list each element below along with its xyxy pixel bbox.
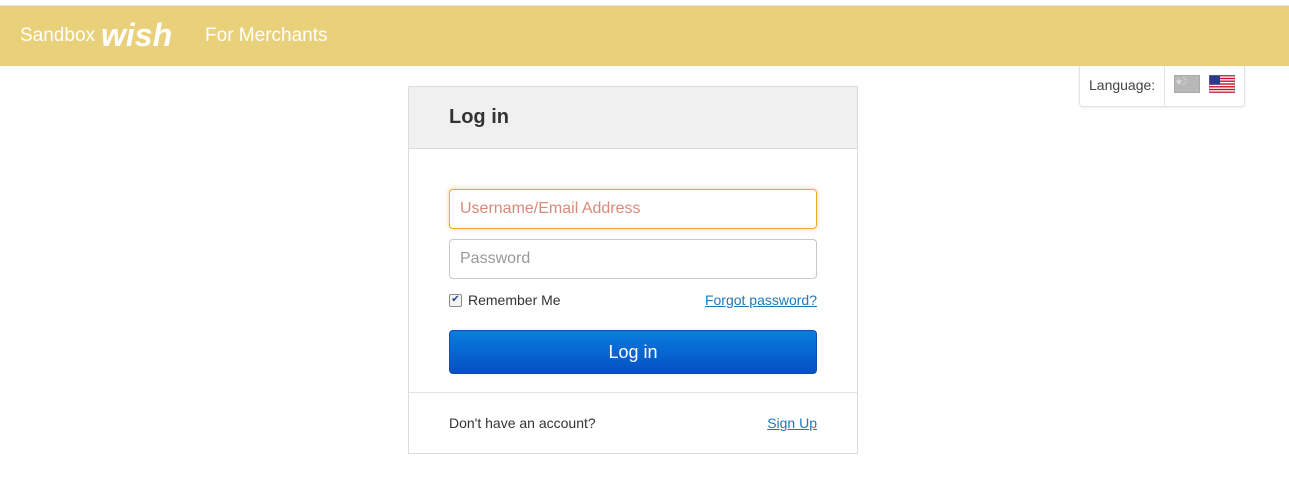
remember-me-toggle[interactable]: ✔ Remember Me xyxy=(449,292,561,308)
sign-up-link[interactable]: Sign Up xyxy=(767,415,817,431)
us-flag-icon[interactable] xyxy=(1208,74,1236,98)
language-selector: Language: xyxy=(1079,65,1245,107)
for-merchants-label: For Merchants xyxy=(205,25,328,46)
sandbox-label: Sandbox xyxy=(20,25,96,46)
login-title: Log in xyxy=(449,106,509,128)
login-panel: Log in ✔ Remember Me Forgot password? Lo… xyxy=(408,86,858,454)
wish-logo-text: wish xyxy=(101,19,172,53)
login-panel-footer: Don't have an account? Sign Up xyxy=(409,393,857,453)
wish-logo: wish xyxy=(99,19,189,53)
password-input[interactable] xyxy=(449,239,817,279)
login-button[interactable]: Log in xyxy=(449,330,817,374)
brand-home-link[interactable]: Sandbox wish For Merchants xyxy=(20,6,328,66)
login-options-row: ✔ Remember Me Forgot password? xyxy=(449,290,817,310)
top-navbar: Sandbox wish For Merchants xyxy=(0,6,1289,66)
no-account-text: Don't have an account? xyxy=(449,415,596,431)
language-label: Language: xyxy=(1080,65,1165,107)
china-flag-icon[interactable] xyxy=(1173,74,1201,98)
remember-me-label: Remember Me xyxy=(468,292,561,308)
remember-me-checkbox[interactable]: ✔ xyxy=(449,293,462,307)
login-form: ✔ Remember Me Forgot password? Log in xyxy=(409,149,857,393)
login-panel-header: Log in xyxy=(409,87,857,149)
forgot-password-link[interactable]: Forgot password? xyxy=(705,292,817,308)
username-input[interactable] xyxy=(449,189,817,229)
